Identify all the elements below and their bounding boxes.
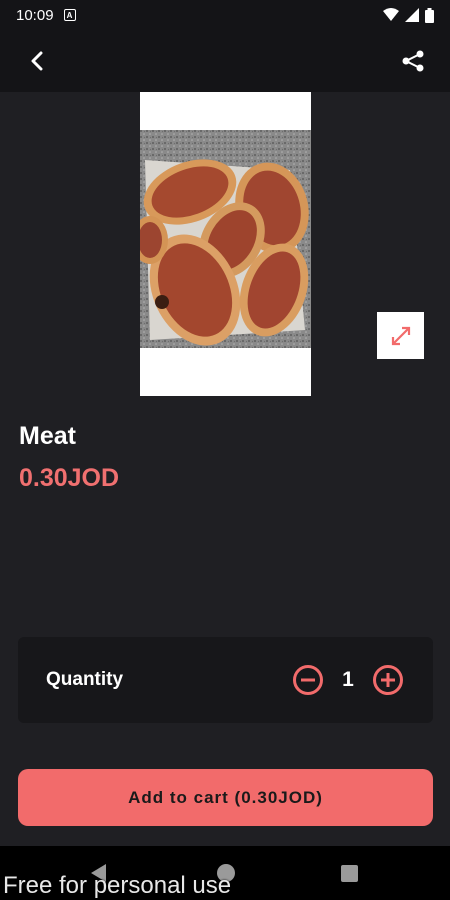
back-arrow-icon (31, 51, 43, 71)
wifi-icon (383, 8, 399, 21)
share-icon (402, 50, 424, 72)
expand-image-button[interactable] (377, 312, 424, 359)
back-button[interactable] (22, 46, 52, 76)
status-bar: 10:09 A (0, 0, 450, 30)
product-image-frame[interactable] (140, 92, 311, 396)
minus-circle-icon (293, 665, 323, 695)
product-photo (140, 130, 311, 348)
status-icons (383, 7, 434, 23)
add-to-cart-button[interactable]: Add to cart (0.30JOD) (18, 769, 433, 826)
top-app-bar (0, 30, 450, 92)
expand-icon (391, 326, 410, 345)
status-time: 10:09 (16, 6, 54, 24)
notification-a-icon: A (63, 9, 76, 21)
product-name: Meat (19, 422, 76, 450)
quantity-value: 1 (342, 668, 354, 691)
product-price: 0.30JOD (19, 464, 120, 492)
quantity-label: Quantity (46, 669, 124, 690)
plus-circle-icon (373, 665, 403, 695)
battery-icon (425, 7, 434, 23)
decrement-button[interactable] (291, 663, 325, 697)
share-button[interactable] (398, 46, 428, 76)
nav-recents-icon[interactable] (341, 865, 358, 882)
quantity-card: Quantity 1 (18, 637, 433, 723)
increment-button[interactable] (371, 663, 405, 697)
quantity-stepper: 1 (291, 663, 405, 697)
signal-icon (405, 8, 419, 22)
watermark-text: Free for personal use (3, 872, 232, 899)
